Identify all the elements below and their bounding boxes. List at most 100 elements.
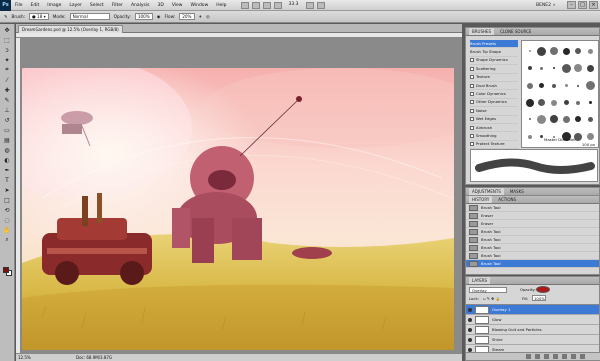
history-item[interactable]: Brush Tool (466, 252, 599, 260)
fx-icon[interactable] (535, 354, 540, 359)
tab-layers[interactable]: LAYERS (469, 277, 491, 284)
brush-preset-tile[interactable] (560, 94, 572, 111)
type-tool-icon[interactable]: T (2, 176, 12, 184)
brush-preset-tile[interactable] (524, 60, 536, 77)
airbrush-icon[interactable]: ✈ (199, 14, 203, 19)
adjustment-icon[interactable] (553, 354, 558, 359)
brush-preset-tile[interactable] (548, 77, 560, 94)
brush-size-picker[interactable]: ● 18 ▾ (29, 13, 49, 20)
eye-icon[interactable] (468, 337, 472, 342)
eyedropper-tool-icon[interactable]: ⁄ (2, 76, 12, 84)
menu-filter[interactable]: Filter (108, 3, 127, 8)
brush-tool-icon[interactable]: ✎ (4, 14, 8, 19)
brush-preset-tile[interactable] (548, 43, 560, 60)
brush-preset-tile[interactable] (560, 43, 572, 60)
mask-icon[interactable] (544, 354, 549, 359)
eraser-tool-icon[interactable]: ▭ (2, 126, 12, 134)
new-layer-icon[interactable] (571, 354, 576, 359)
folder-icon[interactable] (562, 354, 567, 359)
zoom-tool-button[interactable] (273, 1, 282, 9)
layer-row[interactable]: Shine (466, 335, 599, 345)
history-brush-tool-icon[interactable]: ↺ (2, 116, 12, 124)
clone-stamp-tool-icon[interactable]: ⊥ (2, 106, 12, 114)
history-item-current[interactable]: Brush Tool (466, 260, 599, 268)
crop-tool-icon[interactable]: ⌗ (2, 66, 12, 74)
checkbox[interactable] (470, 108, 474, 113)
lasso-tool-icon[interactable]: ↄ (2, 46, 12, 54)
foreground-color-swatch[interactable] (3, 267, 9, 273)
3d-rotate-tool-icon[interactable]: ⟲ (2, 206, 12, 214)
checkbox[interactable] (470, 117, 474, 122)
history-item[interactable]: Eraser (466, 220, 599, 228)
launch-minibridge-button[interactable] (251, 1, 260, 9)
menu-layer[interactable]: Layer (65, 3, 86, 8)
brush-preset-tile[interactable] (536, 60, 548, 77)
history-item[interactable]: Brush Tool (466, 204, 599, 212)
menu-help[interactable]: Help (212, 3, 230, 8)
checkbox[interactable] (470, 58, 474, 63)
menu-3d[interactable]: 3D (153, 3, 167, 8)
mode-select[interactable]: Normal (69, 13, 110, 20)
brush-preset-tile[interactable] (584, 111, 596, 128)
menu-window[interactable]: Window (187, 3, 213, 8)
document-tab[interactable]: DreamGardens.psd @ 12.5% (Overlay 1, RGB… (18, 25, 123, 33)
tab-actions[interactable]: ACTIONS (498, 196, 516, 203)
hand-tool-icon[interactable]: ✋ (2, 226, 12, 234)
opacity-field[interactable]: 100% (134, 13, 153, 20)
brush-preset-tile[interactable] (572, 111, 584, 128)
brush-preset-tile[interactable] (524, 77, 536, 94)
brush-preset-tile[interactable] (548, 94, 560, 111)
brush-preset-tile[interactable] (548, 60, 560, 77)
layer-row[interactable]: Glow (466, 315, 599, 325)
checkbox[interactable] (470, 125, 474, 130)
pressure-size-icon[interactable]: ◎ (206, 14, 210, 19)
blend-mode-select[interactable]: Overlay (469, 287, 507, 293)
brush-preset-tile[interactable] (572, 77, 584, 94)
gradient-tool-icon[interactable]: ▤ (2, 136, 12, 144)
checkbox[interactable] (470, 92, 474, 97)
eye-icon[interactable] (468, 307, 472, 312)
brush-preset-tile[interactable] (524, 94, 536, 111)
screen-mode-button[interactable] (316, 1, 325, 9)
brush-preset-tile[interactable] (572, 94, 584, 111)
brush-preset-tile[interactable] (524, 43, 536, 60)
brush-preset-tile[interactable] (584, 77, 596, 94)
tab-history[interactable]: HISTORY (469, 196, 493, 203)
brush-preset-tile[interactable] (560, 60, 572, 77)
brush-preset-tile[interactable] (524, 111, 536, 128)
layer-row[interactable]: Blowing Guit and Particles (466, 325, 599, 335)
vertical-ruler[interactable] (16, 38, 21, 354)
zoom-level[interactable]: 33.3 (285, 2, 303, 9)
3d-orbit-tool-icon[interactable]: ◌ (2, 216, 12, 224)
opacity-dial[interactable] (536, 286, 550, 293)
brush-preset-tile[interactable] (584, 60, 596, 77)
workspace-switcher[interactable]: BENE2» (536, 2, 555, 8)
lock-icons[interactable]: ▫ ✎ ✥ 🔒 (483, 296, 500, 301)
pressure-opacity-icon[interactable]: ◉ (157, 14, 161, 19)
quick-select-tool-icon[interactable]: ✦ (2, 56, 12, 64)
checkbox[interactable] (470, 75, 474, 80)
menu-analysis[interactable]: Analysis (127, 3, 154, 8)
maximize-icon[interactable]: □ (578, 1, 587, 9)
path-select-tool-icon[interactable]: ➤ (2, 186, 12, 194)
zoom-tool-icon[interactable]: ⌕ (2, 236, 12, 244)
marquee-tool-icon[interactable]: ⬚ (2, 36, 12, 44)
eye-icon[interactable] (468, 347, 472, 352)
protect-texture-item[interactable]: Protect Texture (470, 141, 518, 150)
brush-tool-icon-side[interactable]: ✎ (2, 96, 12, 104)
painting-canvas[interactable] (22, 68, 454, 350)
brush-preset-tile[interactable] (548, 111, 560, 128)
tab-brushes[interactable]: BRUSHES (469, 28, 495, 35)
brush-preset-tile[interactable] (536, 77, 548, 94)
eye-icon[interactable] (468, 327, 472, 332)
brush-preset-tile[interactable] (572, 60, 584, 77)
close-icon[interactable]: × (589, 1, 598, 9)
checkbox[interactable] (470, 133, 474, 138)
arrange-docs-button[interactable] (305, 1, 314, 9)
trash-icon[interactable] (580, 354, 585, 359)
flow-field[interactable]: 20% (179, 13, 195, 20)
history-item[interactable]: Eraser (466, 212, 599, 220)
master-diameter-value[interactable]: 100 px (521, 142, 599, 147)
menu-file[interactable]: File (11, 3, 27, 8)
status-zoom[interactable]: 12.5% (18, 354, 31, 361)
